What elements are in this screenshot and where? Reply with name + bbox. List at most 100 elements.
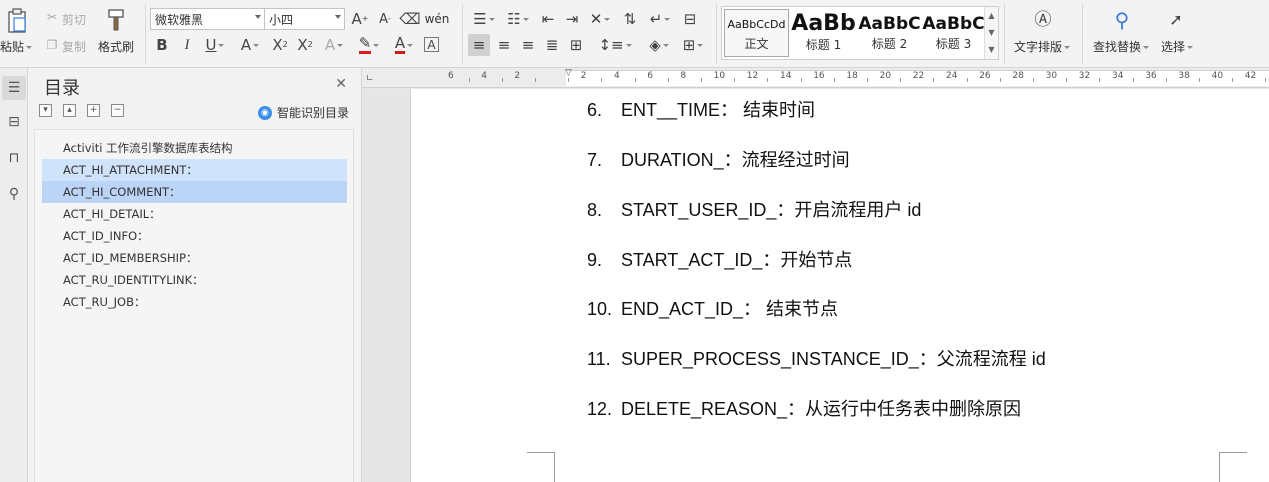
ruler-number: 16 <box>813 71 825 81</box>
clear-format-icon[interactable]: ⌫ <box>399 9 420 29</box>
toc-item[interactable]: ACT_HI_ATTACHMENT： <box>42 159 347 181</box>
borders-icon[interactable]: ⊞ <box>678 35 708 55</box>
style-heading-2[interactable]: AaBbC 标题 2 <box>857 9 922 57</box>
text-layout-button[interactable]: 文字排版 <box>1014 38 1071 55</box>
document-line[interactable]: 6. ENT__TIME： 结束时间 <box>587 96 815 122</box>
ruler-tick <box>900 78 902 82</box>
toc-item-selected[interactable]: ACT_HI_COMMENT： <box>42 181 347 203</box>
font-effect-icon[interactable]: A <box>320 35 348 55</box>
ruler-tick <box>1066 78 1068 82</box>
font-family-select[interactable]: 微软雅黑 <box>150 8 265 30</box>
document-line[interactable]: 9. START_ACT_ID_：开始节点 <box>587 246 852 272</box>
cut-button[interactable]: 剪切 <box>62 11 86 28</box>
font-color-icon[interactable]: A <box>390 35 418 55</box>
increase-font-icon[interactable]: A + <box>350 9 370 29</box>
ruler-number: 42 <box>1244 71 1257 81</box>
ruler-tick <box>966 78 968 82</box>
ruler-number: 30 <box>1045 71 1058 81</box>
navigation-rail: ☰ ⊟ ⊓ ⚲ <box>0 68 28 482</box>
justify-icon[interactable]: ≣ <box>542 35 562 55</box>
bookmark-icon[interactable]: ⊓ <box>2 146 26 170</box>
align-right-icon[interactable]: ≡ <box>518 35 538 55</box>
toc-item[interactable]: ACT_HI_DETAIL： <box>42 203 347 225</box>
distributed-icon[interactable]: ⊞ <box>566 35 586 55</box>
toc-item[interactable]: ACT_ID_MEMBERSHIP： <box>42 247 347 269</box>
italic-icon[interactable]: I <box>177 35 197 55</box>
align-left-icon[interactable]: ≡ <box>468 34 490 56</box>
select-button[interactable]: 选择 <box>1161 38 1194 55</box>
document-page[interactable]: 6. ENT__TIME： 结束时间 7. DURATION_：流程经过时间 8. S… <box>410 89 1269 482</box>
highlight-icon[interactable]: ✎ <box>355 35 383 55</box>
close-icon[interactable]: ✕ <box>335 76 347 92</box>
superscript-icon[interactable]: X2 <box>270 35 290 55</box>
copy-button[interactable]: 复制 <box>62 38 86 55</box>
style-gallery-scroll[interactable]: ▲ ▼ ▼ <box>984 7 998 59</box>
remove-item-icon[interactable]: − <box>111 104 124 117</box>
expand-gallery-icon[interactable]: ▼ <box>985 41 998 58</box>
strikethrough-icon[interactable]: A <box>237 35 263 55</box>
toc-panel-icon[interactable]: ☰ <box>2 76 26 100</box>
ruler-number: 14 <box>780 71 792 81</box>
add-item-icon[interactable]: + <box>87 104 100 117</box>
smart-recognize-toc-button[interactable]: ◉ 智能识别目录 <box>257 104 349 121</box>
numbered-list-icon[interactable]: ☷ <box>504 9 532 29</box>
toc-item[interactable]: Activiti 工作流引擎数据库表结构 <box>42 137 347 159</box>
document-line[interactable]: 12. DELETE_REASON_：从运行中任务表中删除原因 <box>587 395 1021 421</box>
style-heading-3[interactable]: AaBbC 标题 3 <box>921 9 986 57</box>
find-replace-button[interactable]: 查找替换 <box>1093 38 1150 55</box>
format-painter-icon <box>104 6 128 34</box>
shading-icon[interactable]: ◈ <box>644 35 674 55</box>
ruler-tick <box>468 78 470 82</box>
tab-stop-icon[interactable]: ⊟ <box>680 9 700 29</box>
scroll-up-icon[interactable]: ▲ <box>985 7 998 24</box>
ruler-number: 20 <box>879 71 892 81</box>
toc-item[interactable]: ACT_ID_INFO： <box>42 225 347 247</box>
ruler-number: 2 <box>580 71 587 81</box>
ruler-tick <box>1099 78 1101 82</box>
sort-icon[interactable]: ⇅ <box>620 9 640 29</box>
horizontal-ruler[interactable]: ∟ 6 4 2 2 4 6 8 10 12 14 16 18 20 22 24 26 28 30 32 34 36 38 4… <box>362 68 1269 88</box>
chapter-nav-icon[interactable]: ⊟ <box>2 110 26 134</box>
text-layout-icon: Ⓐ <box>1034 9 1052 30</box>
collapse-all-icon[interactable]: ▾ <box>39 104 52 117</box>
line-spacing-icon[interactable]: ↕≡ <box>598 35 632 55</box>
char-border-icon[interactable]: A <box>424 37 439 52</box>
bullet-list-icon[interactable]: ☰ <box>470 9 498 29</box>
ruler-number: 26 <box>979 71 991 81</box>
document-line[interactable]: 8. START_USER_ID_：开启流程用户 id <box>587 196 921 222</box>
expand-all-icon[interactable]: ▴ <box>63 104 76 117</box>
toc-item[interactable]: ACT_RU_JOB： <box>42 291 347 313</box>
tab-type-icon[interactable]: ∟ <box>366 74 374 84</box>
font-size-select[interactable]: 小四 <box>264 8 345 30</box>
copy-icon: ❐ <box>46 38 58 52</box>
ruler-number: 22 <box>912 71 925 81</box>
ruler-tick <box>933 78 935 82</box>
pinyin-icon[interactable]: wén <box>425 9 450 29</box>
ruler-tick <box>568 78 570 82</box>
scroll-down-icon[interactable]: ▼ <box>985 24 998 41</box>
chinese-layout-icon[interactable]: ✕ <box>586 9 614 29</box>
style-heading-1[interactable]: AaBb 标题 1 <box>791 9 856 57</box>
search-panel-icon[interactable]: ⚲ <box>2 182 26 206</box>
bold-icon[interactable]: B <box>152 35 172 55</box>
decrease-font-icon[interactable]: A- <box>375 9 395 29</box>
document-line[interactable]: 7. DURATION_：流程经过时间 <box>587 146 850 172</box>
paste-button[interactable] <box>4 6 30 36</box>
format-painter-button[interactable]: 格式刷 <box>98 38 134 55</box>
increase-indent-icon[interactable]: ⇥ <box>562 9 582 29</box>
show-marks-icon[interactable]: ↵ <box>646 9 674 29</box>
toc-item[interactable]: ACT_RU_IDENTITYLINK： <box>42 269 347 291</box>
ruler-number: 38 <box>1178 71 1190 81</box>
document-line[interactable]: 10. END_ACT_ID_： 结束节点 <box>587 295 838 321</box>
style-normal[interactable]: AaBbCcDd 正文 <box>724 9 789 57</box>
ruler-tick <box>833 78 835 82</box>
document-line[interactable]: 11. SUPER_PROCESS_INSTANCE_ID_：父流程流程 id <box>587 345 1046 371</box>
indent-marker-icon[interactable]: ▽ <box>565 69 572 78</box>
underline-icon[interactable]: U <box>200 35 230 55</box>
align-center-icon[interactable]: ≡ <box>494 35 514 55</box>
ruler-number: 12 <box>746 71 759 81</box>
subscript-icon[interactable]: X2 <box>295 35 315 55</box>
decrease-indent-icon[interactable]: ⇤ <box>538 9 558 29</box>
paste-label[interactable]: 粘贴 <box>0 38 33 55</box>
ruler-tick <box>1033 78 1034 82</box>
